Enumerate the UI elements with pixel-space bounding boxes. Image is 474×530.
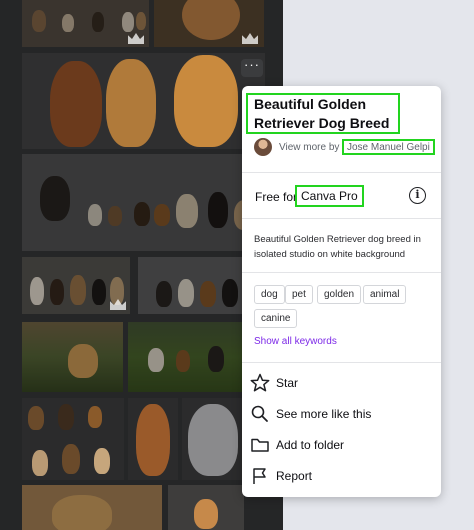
result-thumbnail-sunglasses-dog[interactable]: [22, 485, 162, 530]
menu-item-label: Report: [276, 469, 313, 483]
free-for-label: Free for: [255, 190, 298, 204]
menu-item-label: See more like this: [276, 407, 372, 421]
result-thumbnail-dog-group[interactable]: [22, 154, 265, 251]
folder-icon: [251, 438, 269, 452]
result-thumbnail-hound[interactable]: [128, 398, 178, 480]
keyword-chip-golden[interactable]: golden: [317, 285, 362, 304]
divider: [242, 362, 441, 363]
result-thumbnail-golden-retrievers[interactable]: [22, 53, 265, 149]
result-thumbnail-dogs-line[interactable]: [22, 0, 149, 47]
author-link[interactable]: Jose Manuel Gelpi: [342, 139, 435, 155]
result-thumbnail-cutout-dogs[interactable]: [22, 398, 124, 480]
plan-link[interactable]: Canva Pro: [295, 185, 364, 207]
divider: [242, 218, 441, 219]
show-all-keywords-link[interactable]: Show all keywords: [254, 336, 337, 347]
menu-item-add-to-folder[interactable]: Add to folder: [250, 431, 435, 459]
result-thumbnail-pomeranian[interactable]: [154, 0, 264, 47]
result-thumbnail-outdoor-dog[interactable]: [22, 322, 123, 392]
search-icon: [251, 405, 268, 422]
keyword-chip-canine[interactable]: canine: [254, 309, 298, 328]
result-thumbnail-husky[interactable]: [182, 398, 244, 480]
menu-item-see-more[interactable]: See more like this: [250, 400, 435, 428]
author-avatar[interactable]: [254, 138, 272, 156]
view-more-label: View more by: [279, 142, 340, 153]
flag-icon: [253, 468, 266, 484]
info-icon[interactable]: i: [409, 187, 426, 204]
result-thumbnail-puppies[interactable]: [22, 257, 130, 314]
keyword-chip-animal[interactable]: animal: [363, 285, 407, 304]
image-details-popover: Beautiful Golden Retriever Dog Breed Vie…: [242, 86, 441, 497]
result-thumbnail-small-dog[interactable]: [168, 485, 244, 530]
divider: [242, 172, 441, 173]
more-options-button[interactable]: ···: [241, 58, 263, 77]
keyword-chip-dog[interactable]: dog: [254, 285, 285, 304]
image-results-panel: ···: [0, 0, 283, 530]
image-title: Beautiful Golden Retriever Dog Breed: [254, 96, 390, 131]
menu-item-label: Star: [276, 376, 299, 390]
keyword-chip-pet[interactable]: pet: [285, 285, 313, 304]
menu-item-label: Add to folder: [276, 438, 345, 452]
menu-item-report[interactable]: Report: [250, 462, 435, 490]
divider: [242, 272, 441, 273]
star-icon: [250, 373, 270, 392]
menu-item-star[interactable]: Star: [250, 369, 435, 397]
image-description: Beautiful Golden Retriever dog breed in …: [254, 234, 421, 260]
